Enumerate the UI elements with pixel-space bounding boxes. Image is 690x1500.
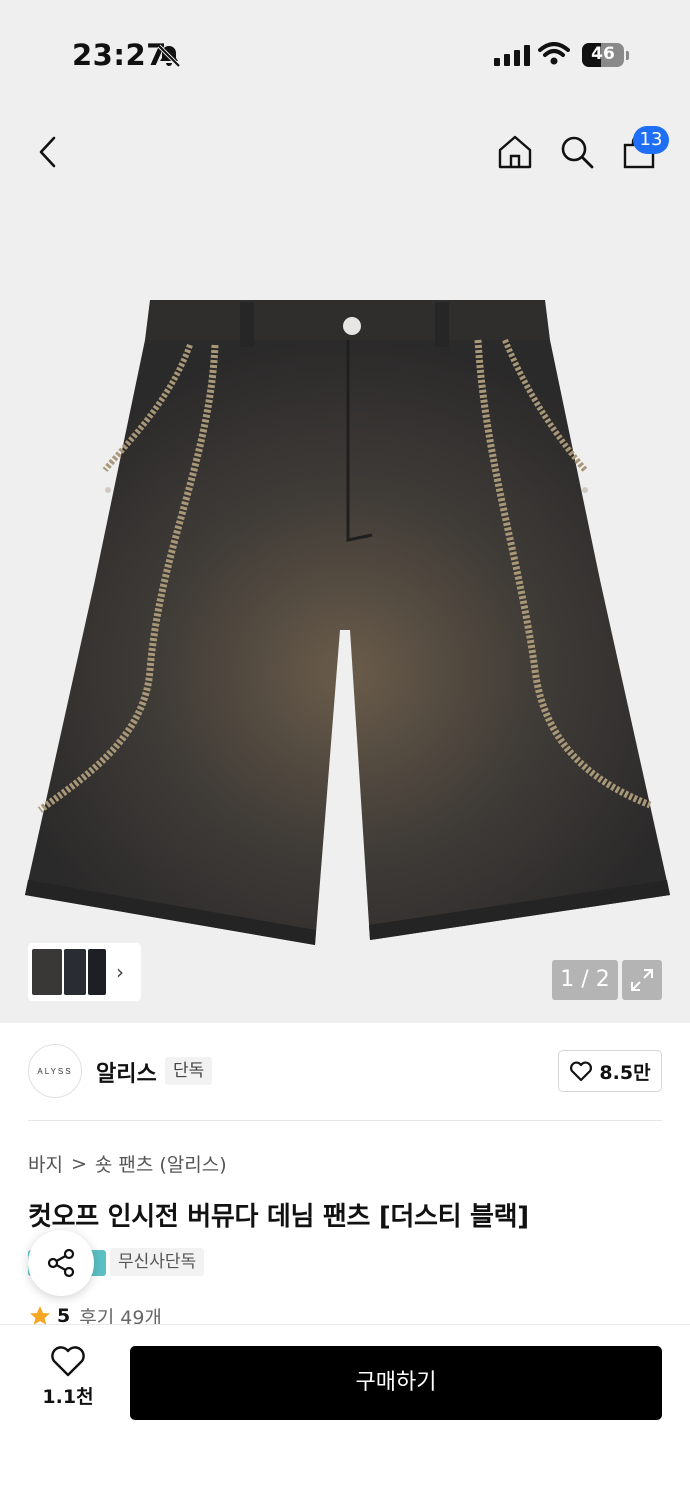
thumbnail-image: [64, 949, 86, 995]
wifi-icon: [538, 42, 570, 70]
breadcrumb: 바지 > 숏 팬츠 (알리스): [28, 1150, 227, 1177]
image-counter: 1 / 2: [552, 960, 618, 1000]
breadcrumb-category[interactable]: 바지: [28, 1150, 63, 1177]
top-nav: [0, 110, 690, 200]
search-icon[interactable]: [555, 130, 599, 174]
share-icon: [47, 1248, 75, 1278]
breadcrumb-subcategory[interactable]: 숏 팬츠 (알리스): [95, 1150, 227, 1177]
wishlist-button[interactable]: 1.1천: [28, 1346, 108, 1409]
chevron-right-icon: ›: [116, 960, 124, 984]
product-title: 컷오프 인시전 버뮤다 데님 팬츠 [더스티 블랙]: [28, 1202, 529, 1232]
bell-muted-icon: [156, 43, 182, 73]
share-button[interactable]: [28, 1230, 94, 1296]
brand-like-button[interactable]: 8.5만: [558, 1050, 662, 1092]
cart-count-badge: 13: [633, 126, 669, 154]
wishlist-count: 1.1천: [42, 1386, 94, 1408]
home-icon[interactable]: [493, 130, 537, 174]
back-icon[interactable]: [26, 130, 70, 174]
brand-logo[interactable]: ALYSS: [28, 1044, 82, 1098]
battery-tip: [626, 51, 629, 60]
thumbnail-strip[interactable]: ›: [28, 943, 141, 1001]
exclusive-tag: 단독: [165, 1057, 213, 1085]
denim-shorts-illustration: [25, 300, 670, 945]
brand-name[interactable]: 알리스: [96, 1056, 157, 1088]
brand-like-count: 8.5만: [599, 1061, 651, 1084]
product-image[interactable]: [0, 200, 690, 1023]
status-bar: 23:27 46: [0, 0, 690, 110]
heart-icon: [570, 1061, 593, 1082]
status-time: 23:27: [72, 38, 167, 72]
cellular-signal-icon: [494, 44, 530, 66]
buy-button[interactable]: 구매하기: [130, 1346, 662, 1420]
divider: [28, 1120, 662, 1121]
heart-icon: [51, 1346, 85, 1377]
battery-icon: 46: [582, 43, 624, 67]
thumbnail-image: [88, 949, 106, 995]
chevron-right-icon: >: [70, 1152, 87, 1175]
thumbnail-image: [32, 949, 62, 995]
expand-icon[interactable]: [622, 960, 662, 1000]
exclusive-badge: 무신사단독: [110, 1248, 205, 1276]
battery-percent: 46: [591, 44, 615, 64]
